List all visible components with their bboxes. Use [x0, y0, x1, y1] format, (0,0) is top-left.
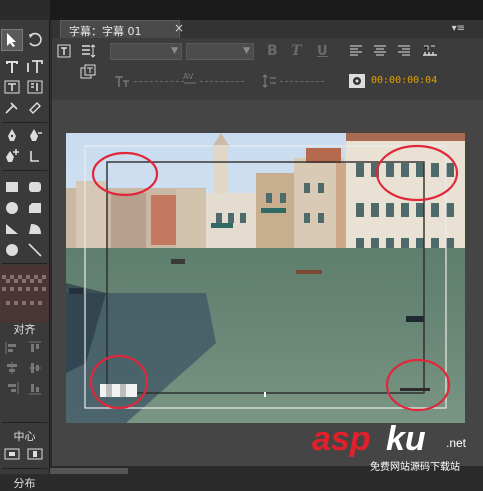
pen-minus-icon — [30, 129, 42, 141]
add-anchor-tool[interactable] — [2, 146, 22, 166]
title-toolbar: ▼ ▼ B T U AV 00:00:00:04 — [52, 38, 483, 100]
vertical-path-type-tool[interactable] — [25, 98, 45, 118]
path-type-icon — [5, 102, 18, 114]
align-bottom-button[interactable] — [25, 378, 45, 398]
center-vertical-button[interactable] — [25, 444, 45, 464]
chevron-down-icon: ▼ — [171, 46, 178, 56]
background-video-timecode[interactable]: 00:00:00:04 — [371, 75, 437, 86]
venice-canal-image — [66, 133, 465, 423]
vertical-area-type-icon — [27, 80, 43, 94]
pen-plus-icon — [6, 149, 19, 162]
align-bottom-icon — [29, 384, 41, 395]
rotate-icon — [29, 32, 42, 47]
bottom-panel-tab[interactable] — [50, 468, 128, 474]
circle-icon — [6, 202, 18, 214]
pen-icon — [8, 129, 16, 141]
top-strip — [50, 0, 483, 20]
arc-tool[interactable] — [25, 219, 45, 239]
arc-icon — [29, 224, 41, 234]
tab-close-button[interactable]: × — [174, 21, 184, 35]
selection-tool[interactable] — [1, 29, 23, 51]
ellipse-tool[interactable] — [2, 198, 22, 218]
leading-icon[interactable] — [262, 73, 278, 89]
rectangle-icon — [6, 182, 18, 192]
vertical-type-icon — [27, 60, 43, 73]
underline-button[interactable]: U — [317, 44, 328, 59]
align-right-icon — [8, 382, 19, 394]
tab-stops-icon[interactable] — [422, 43, 438, 59]
convert-anchor-icon — [30, 151, 39, 162]
tool-panel: 对齐 中心 分布 — [0, 20, 50, 490]
area-type-icon — [4, 80, 20, 94]
align-left-button[interactable] — [2, 338, 22, 358]
roll-crawl-options-icon[interactable] — [80, 43, 96, 59]
distribute-section-label: 分布 — [13, 477, 36, 490]
center-horizontal-button[interactable] — [2, 444, 22, 464]
align-right-button[interactable] — [2, 378, 22, 398]
type-t-icon — [6, 61, 18, 73]
font-size-icon[interactable] — [114, 73, 130, 89]
panel-menu-button[interactable]: ▾≡ — [452, 23, 465, 34]
svg-text:AV: AV — [183, 72, 194, 81]
tab-label: 字幕：字幕 01 — [69, 25, 142, 38]
rectangle-tool[interactable] — [2, 177, 22, 197]
text-align-left-icon[interactable] — [348, 43, 364, 59]
ellipse-outline-tool[interactable] — [2, 240, 22, 260]
center-vertical-icon — [27, 448, 43, 460]
bold-button[interactable]: B — [267, 43, 278, 59]
vertical-area-type-tool[interactable] — [25, 77, 45, 97]
leading-value[interactable] — [280, 81, 324, 83]
tab-title-designer[interactable]: 字幕：字幕 01 — [60, 20, 180, 38]
vertical-type-tool[interactable] — [25, 57, 45, 77]
ellipse-icon — [6, 244, 18, 256]
italic-button[interactable]: T — [291, 43, 301, 59]
line-icon — [28, 243, 42, 257]
center-horizontal-icon — [4, 448, 20, 460]
clipped-rectangle-icon — [29, 203, 41, 213]
clipped-rectangle-tool[interactable] — [25, 198, 45, 218]
title-canvas-area — [52, 100, 483, 474]
align-top-icon — [29, 341, 41, 352]
text-align-right-icon[interactable] — [396, 43, 412, 59]
text-align-center-icon[interactable] — [372, 43, 388, 59]
templates-icon[interactable] — [80, 64, 96, 80]
style-preview-swatch — [0, 265, 49, 323]
area-type-tool[interactable] — [2, 77, 22, 97]
align-section-label: 对齐 — [13, 323, 36, 336]
wedge-icon — [6, 224, 18, 234]
rotation-tool[interactable] — [25, 30, 45, 50]
font-style-dropdown[interactable]: ▼ — [186, 43, 254, 60]
type-tool[interactable] — [2, 57, 22, 77]
align-hcenter-icon — [7, 362, 17, 374]
convert-anchor-tool[interactable] — [25, 146, 45, 166]
checker-preview-icon — [0, 265, 49, 323]
align-top-button[interactable] — [25, 338, 45, 358]
arrow-pointer-icon — [7, 33, 16, 47]
delete-anchor-tool[interactable] — [25, 126, 45, 146]
center-section-label: 中心 — [13, 430, 36, 443]
pen-tool[interactable] — [2, 126, 22, 146]
path-type-tool[interactable] — [2, 98, 22, 118]
wedge-tool[interactable] — [2, 219, 22, 239]
new-title-icon[interactable] — [56, 43, 72, 59]
align-left-icon — [5, 342, 16, 354]
title-designer-window: 对齐 中心 分布 字幕：字幕 01 × ▾≡ ▼ ▼ B T U AV 00:0… — [0, 0, 483, 490]
show-background-video-icon[interactable] — [348, 73, 366, 89]
chevron-down-icon: ▼ — [243, 46, 250, 56]
vertical-path-type-icon — [29, 102, 41, 114]
rounded-rectangle-tool[interactable] — [25, 177, 45, 197]
font-family-dropdown[interactable]: ▼ — [110, 43, 182, 60]
background-video-frame[interactable] — [66, 133, 465, 423]
rounded-rectangle-icon — [29, 182, 41, 192]
font-size-value[interactable] — [134, 81, 184, 83]
kerning-value[interactable] — [200, 81, 244, 83]
align-hcenter-button[interactable] — [2, 358, 22, 378]
line-tool[interactable] — [25, 240, 45, 260]
align-vcenter-button[interactable] — [25, 358, 45, 378]
kerning-icon[interactable]: AV — [182, 70, 198, 86]
align-vcenter-icon — [29, 363, 41, 373]
panel-tab-bar: 字幕：字幕 01 × ▾≡ — [52, 20, 483, 39]
